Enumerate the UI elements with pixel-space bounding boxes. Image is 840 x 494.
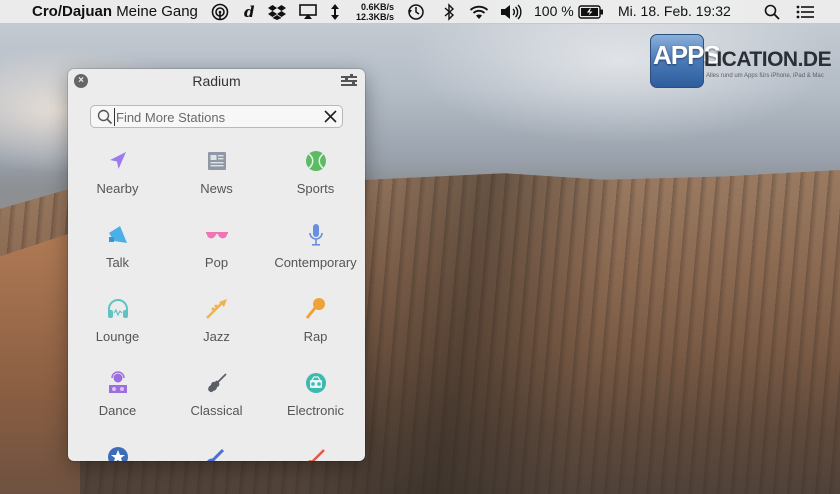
now-playing-title: Meine Gang [116, 3, 198, 20]
sunglasses-icon [206, 232, 228, 239]
category-news[interactable]: News [167, 137, 266, 211]
trumpet-icon [206, 299, 227, 319]
category-label: Rap [303, 329, 328, 344]
category-sports[interactable]: Sports [266, 137, 365, 211]
newspaper-icon [208, 152, 226, 170]
search-field[interactable] [90, 105, 343, 128]
net-down-value: 12.3KB/s [355, 12, 394, 22]
category-label: Pop [204, 255, 229, 270]
hand-mic-icon [305, 298, 325, 319]
dropbox-icon[interactable] [268, 0, 286, 24]
radium-popover: × Radium Nearby News Sports Talk [68, 69, 365, 461]
now-playing-artist: Cro/Dajuan [32, 3, 113, 20]
category-lounge[interactable]: Lounge [68, 285, 167, 359]
category-label: Sports [296, 181, 335, 196]
megaphone-icon [109, 226, 127, 243]
battery-icon[interactable] [578, 0, 604, 24]
boombox-icon [306, 373, 326, 393]
volume-icon[interactable] [500, 0, 522, 24]
time-machine-icon[interactable] [407, 0, 425, 24]
headphones-icon [108, 299, 128, 318]
net-up-value: 0.6KB/s [360, 2, 394, 12]
star-icon [108, 447, 128, 461]
tennis-ball-icon [306, 151, 326, 171]
category-electronic[interactable]: Electronic [266, 359, 365, 433]
location-arrow-icon [110, 152, 126, 169]
category-label: Talk [105, 255, 130, 270]
category-label: Contemporary [274, 255, 357, 270]
category-star[interactable] [68, 433, 167, 461]
logo-tagline: Alles rund um Apps fürs iPhone, iPad & M… [706, 73, 824, 79]
category-rap[interactable]: Rap [266, 285, 365, 359]
notification-center-icon[interactable] [796, 0, 814, 24]
netspeed-icon[interactable] [330, 0, 340, 24]
spotlight-icon[interactable] [764, 0, 780, 24]
category-dance[interactable]: Dance [68, 359, 167, 433]
category-jazz[interactable]: Jazz [167, 285, 266, 359]
logo-rest-text: LICATION.DE [704, 48, 832, 71]
microphone-icon [309, 224, 323, 246]
settings-sliders-icon[interactable] [341, 74, 357, 88]
search-icon [97, 109, 113, 125]
category-label: Nearby [96, 181, 139, 196]
category-label: Dance [98, 403, 137, 418]
violin-icon [208, 373, 227, 393]
now-playing[interactable]: Cro/Dajuan Meine Gang [32, 3, 198, 20]
appslication-logo: APPS LICATION.DE Alles rund um Apps fürs… [650, 34, 840, 88]
category-pop[interactable]: Pop [167, 211, 266, 285]
electric-guitar-icon [307, 449, 325, 461]
clock[interactable]: Mi. 18. Feb. 19:32 [618, 3, 731, 19]
category-classical[interactable]: Classical [167, 359, 266, 433]
category-label: Jazz [203, 329, 230, 344]
wifi-icon[interactable] [469, 0, 489, 24]
category-label: Lounge [95, 329, 140, 344]
category-guitar[interactable] [167, 433, 266, 461]
guitar-icon [207, 448, 225, 461]
netspeed-readout: 0.6KB/s 12.3KB/s [352, 2, 394, 22]
category-label: Electronic [286, 403, 345, 418]
dash-icon[interactable]: d [244, 0, 255, 24]
menu-bar: Cro/Dajuan Meine Gang d 0.6KB/s 12.3KB/s… [0, 0, 840, 24]
radium-icon[interactable] [211, 0, 229, 24]
bluetooth-icon[interactable] [442, 0, 456, 24]
category-nearby[interactable]: Nearby [68, 137, 167, 211]
category-electric-guitar[interactable] [266, 433, 365, 461]
category-contemporary[interactable]: Contemporary [266, 211, 365, 285]
clear-search-icon[interactable] [322, 108, 339, 125]
airplay-icon[interactable] [299, 0, 317, 24]
dj-icon [109, 371, 127, 393]
search-input[interactable] [114, 108, 314, 126]
category-label: Classical [190, 403, 243, 418]
category-talk[interactable]: Talk [68, 211, 167, 285]
battery-percent[interactable]: 100 % [534, 3, 574, 19]
category-label: News [200, 181, 233, 196]
popover-title: Radium [192, 73, 241, 89]
